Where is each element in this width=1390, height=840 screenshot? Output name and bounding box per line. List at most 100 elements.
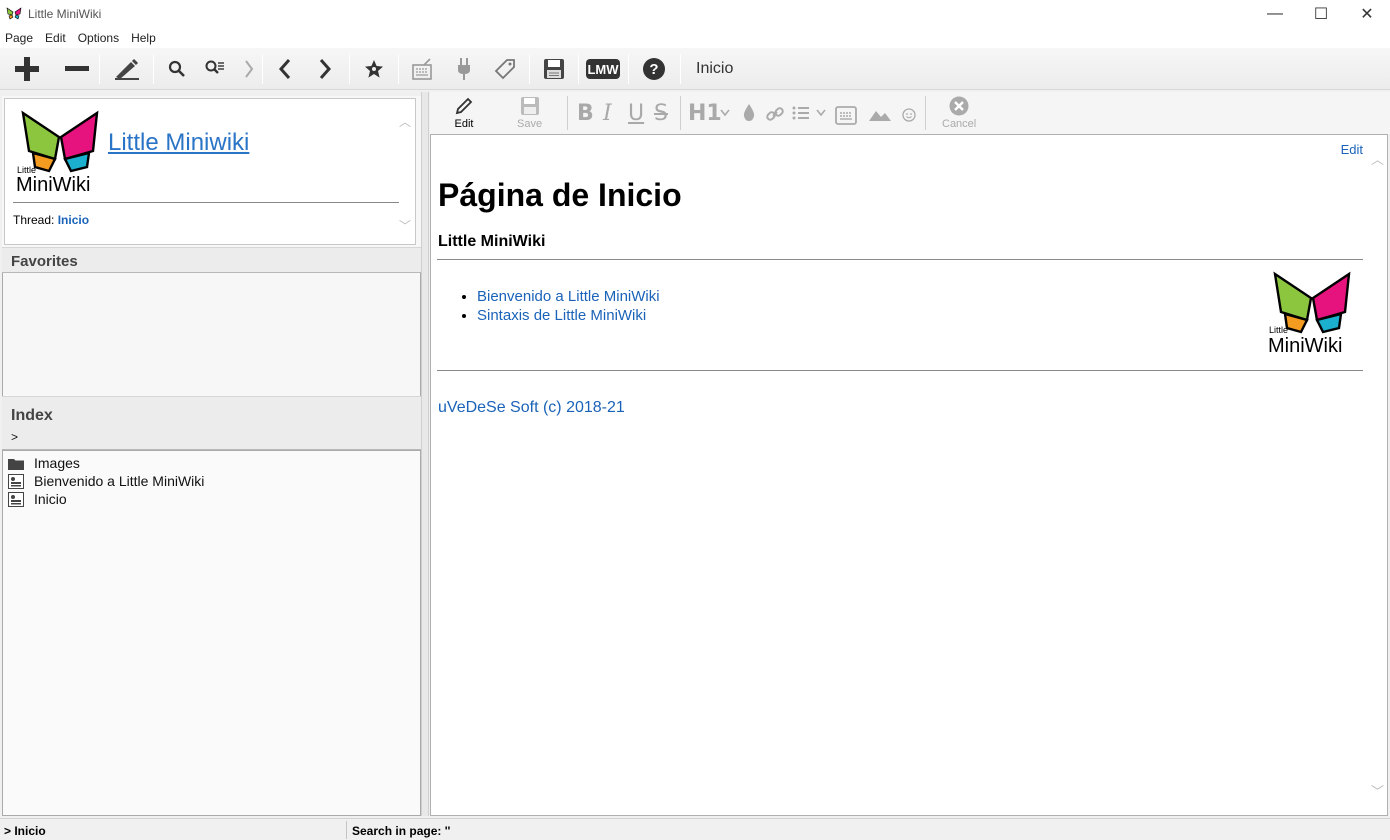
- search-icon: [168, 60, 185, 77]
- current-page-title: Inicio: [696, 60, 734, 77]
- save-label: Save: [517, 118, 543, 130]
- index-title: Index: [11, 407, 53, 424]
- toolbar-separator: [567, 96, 568, 130]
- folder-icon: [8, 456, 26, 471]
- menu-bar: Page Edit Options Help: [0, 28, 1390, 48]
- maximize-button[interactable]: ☐: [1298, 0, 1344, 28]
- search-button[interactable]: [160, 53, 194, 85]
- page-icon: [8, 473, 26, 489]
- chevron-down-icon[interactable]: [816, 109, 826, 117]
- list-item-label: Bienvenido a Little MiniWiki: [34, 473, 205, 489]
- keyboard-icon: [412, 58, 432, 80]
- status-search: Search in page: '': [352, 824, 451, 838]
- svg-text:?: ?: [649, 61, 658, 78]
- next-result-button[interactable]: [232, 53, 266, 85]
- link-icon[interactable]: [765, 104, 785, 124]
- list-item-label: Images: [34, 455, 80, 471]
- keyboard-button[interactable]: [405, 53, 439, 85]
- toolbar-separator: [529, 54, 530, 84]
- list-item[interactable]: Inicio: [8, 490, 67, 508]
- save-button[interactable]: [537, 53, 571, 85]
- close-button[interactable]: ✕: [1344, 0, 1390, 28]
- page-link[interactable]: Bienvenido a Little MiniWiki: [477, 288, 660, 305]
- back-icon: [278, 59, 291, 79]
- minimize-button[interactable]: —: [1252, 0, 1298, 28]
- chevron-down-icon[interactable]: [720, 109, 730, 117]
- back-button[interactable]: [268, 53, 302, 85]
- list-item[interactable]: Bienvenido a Little MiniWiki: [8, 472, 204, 490]
- page-subheading: Little MiniWiki: [438, 233, 546, 250]
- left-panel: Little MiniWiki Little Miniwiki Thread: …: [2, 96, 421, 816]
- help-button[interactable]: ?: [637, 53, 671, 85]
- save-disk-icon: [520, 97, 539, 115]
- thread-link[interactable]: Inicio: [58, 213, 89, 227]
- menu-options[interactable]: Options: [72, 31, 125, 45]
- page-link[interactable]: Sintaxis de Little MiniWiki: [477, 307, 646, 324]
- underline-icon[interactable]: U: [628, 101, 644, 126]
- italic-icon[interactable]: I: [603, 101, 612, 126]
- tag-button[interactable]: [488, 53, 522, 85]
- scroll-up-icon[interactable]: ︿: [399, 113, 411, 130]
- template-icon[interactable]: [834, 104, 858, 126]
- cancel-label: Cancel: [942, 118, 977, 130]
- toolbar-separator: [349, 54, 350, 84]
- image-icon[interactable]: [868, 106, 892, 122]
- list-icon[interactable]: [792, 105, 810, 121]
- main-toolbar: LMW ? Inicio: [0, 48, 1390, 90]
- list-item[interactable]: Images: [8, 454, 80, 472]
- plugin-button[interactable]: [447, 53, 481, 85]
- add-icon: [15, 57, 39, 81]
- divider: [437, 370, 1363, 371]
- forward-icon: [319, 59, 332, 79]
- add-page-button[interactable]: [10, 53, 44, 85]
- favorite-star-icon: [365, 60, 383, 78]
- index-list: Images Bienvenido a Little MiniWiki Inic…: [2, 450, 421, 816]
- save-disk-icon: [544, 59, 564, 79]
- menu-help[interactable]: Help: [125, 31, 162, 45]
- miniwiki-logo: Little MiniWiki: [1268, 271, 1351, 356]
- toolbar-separator: [153, 54, 154, 84]
- rename-page-button[interactable]: [110, 53, 144, 85]
- page-links-list: Bienvenido a Little MiniWiki Sintaxis de…: [459, 287, 660, 325]
- scroll-up-icon[interactable]: ︿: [1371, 149, 1384, 168]
- search-list-icon: [205, 60, 224, 74]
- footer-link[interactable]: uVeDeSe Soft (c) 2018-21: [438, 399, 625, 417]
- favorites-list[interactable]: [2, 273, 421, 396]
- bold-icon[interactable]: B: [577, 101, 594, 126]
- save-edit-button[interactable]: Save: [517, 96, 542, 130]
- title-bar: Little MiniWiki — ☐ ✕: [0, 0, 1390, 28]
- scroll-down-icon[interactable]: ﹀: [1371, 781, 1384, 800]
- search-in-page-button[interactable]: [198, 53, 232, 85]
- index-path[interactable]: >: [11, 430, 18, 444]
- forward-button[interactable]: [308, 53, 342, 85]
- favorites-header: Favorites: [2, 247, 421, 273]
- cancel-button[interactable]: Cancel: [942, 96, 976, 130]
- window-title: Little MiniWiki: [28, 7, 102, 21]
- edit-link[interactable]: Edit: [1341, 142, 1363, 157]
- window-controls: — ☐ ✕: [1252, 0, 1390, 28]
- remove-page-button[interactable]: [60, 53, 94, 85]
- wiki-title-link[interactable]: Little Miniwiki: [108, 129, 249, 157]
- strikethrough-icon[interactable]: S: [654, 101, 668, 126]
- app-logo-icon: [6, 7, 22, 20]
- divider: [437, 259, 1363, 260]
- scroll-down-icon[interactable]: ﹀: [399, 217, 411, 234]
- lmw-button[interactable]: LMW: [586, 53, 620, 85]
- emoji-icon[interactable]: [902, 108, 916, 122]
- page-icon: [8, 491, 26, 507]
- panel-splitter[interactable]: [421, 92, 429, 816]
- edit-button[interactable]: Edit: [454, 96, 474, 130]
- page-content: Edit Página de Inicio Little MiniWiki Bi…: [430, 134, 1388, 816]
- favorite-button[interactable]: [357, 53, 391, 85]
- menu-page[interactable]: Page: [0, 31, 39, 45]
- menu-edit[interactable]: Edit: [39, 31, 72, 45]
- toolbar-separator: [262, 54, 263, 84]
- plug-icon: [458, 58, 470, 80]
- status-path: > Inicio: [4, 824, 46, 838]
- index-header: Index >: [2, 396, 421, 450]
- edit-toolbar: Edit Save B I U S H1 Cancel: [430, 92, 1390, 134]
- chevron-right-icon: [245, 60, 254, 78]
- heading-icon[interactable]: H1: [688, 101, 722, 126]
- color-drop-icon[interactable]: [742, 103, 756, 123]
- favorites-title: Favorites: [11, 253, 78, 270]
